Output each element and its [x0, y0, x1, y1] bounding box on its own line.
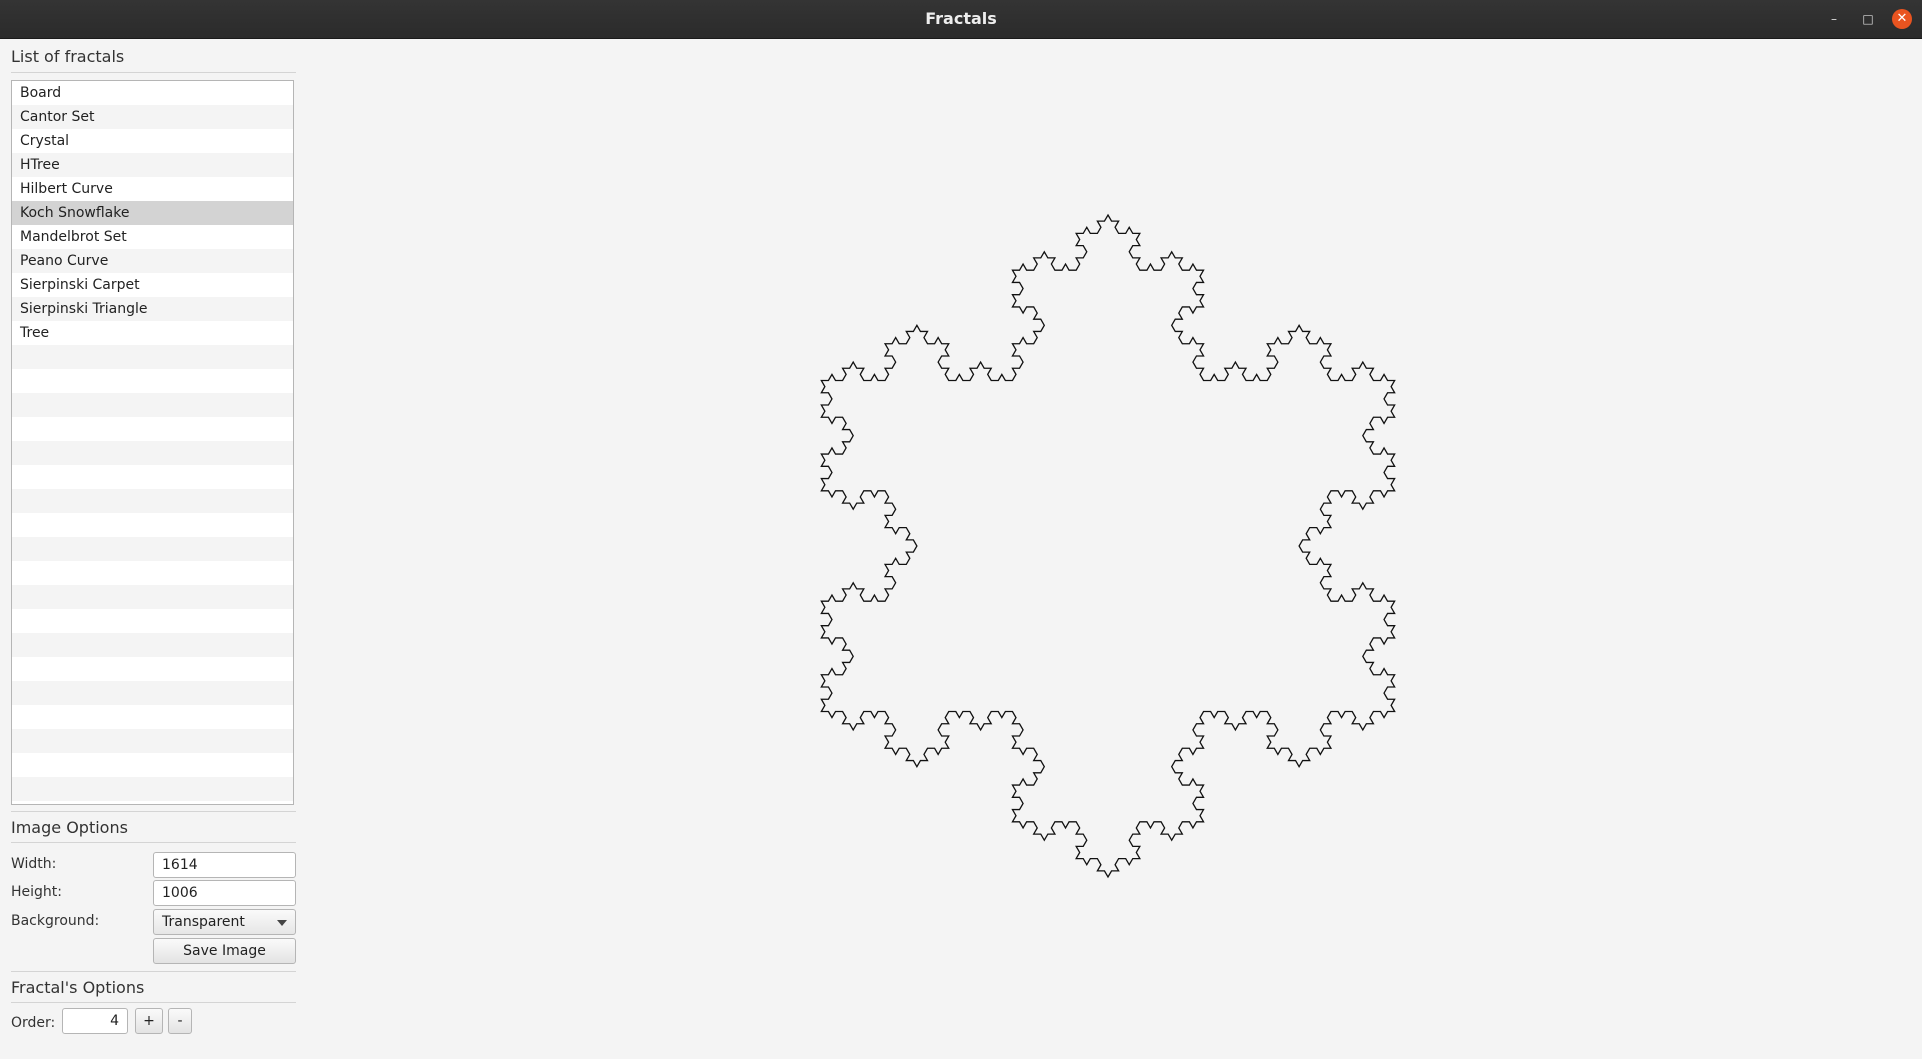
- list-item[interactable]: Hilbert Curve: [12, 177, 293, 201]
- divider: [11, 811, 296, 812]
- divider: [11, 842, 296, 843]
- empty-list-row: [12, 777, 293, 801]
- window-titlebar: Fractals – □ ✕: [0, 0, 1922, 39]
- width-input[interactable]: 1614: [153, 852, 296, 878]
- background-label: Background:: [11, 913, 100, 929]
- divider: [11, 1002, 296, 1003]
- empty-list-row: [12, 729, 293, 753]
- empty-list-row: [12, 657, 293, 681]
- fractal-canvas: [300, 38, 1922, 1055]
- order-label: Order:: [11, 1015, 56, 1031]
- empty-list-row: [12, 393, 293, 417]
- empty-list-row: [12, 681, 293, 705]
- empty-list-row: [12, 753, 293, 777]
- empty-list-row: [12, 633, 293, 657]
- koch-snowflake-drawing: [820, 213, 1396, 879]
- list-item[interactable]: HTree: [12, 153, 293, 177]
- empty-list-row: [12, 609, 293, 633]
- divider: [11, 72, 296, 73]
- increment-order-button[interactable]: +: [135, 1008, 163, 1034]
- save-image-button[interactable]: Save Image: [153, 938, 296, 964]
- divider: [11, 971, 296, 972]
- decrement-order-button[interactable]: -: [168, 1008, 192, 1034]
- empty-list-row: [12, 705, 293, 729]
- sidebar: List of fractals Board Cantor Set Crystal H…: [0, 38, 300, 1055]
- height-label: Height:: [11, 884, 62, 900]
- list-item[interactable]: Cantor Set: [12, 105, 293, 129]
- chevron-down-icon: [277, 920, 287, 926]
- list-item[interactable]: Board: [12, 81, 293, 105]
- empty-list-row: [12, 513, 293, 537]
- height-input[interactable]: 1006: [153, 880, 296, 906]
- empty-list-row: [12, 537, 293, 561]
- list-item[interactable]: Koch Snowflake: [12, 201, 293, 225]
- empty-list-row: [12, 441, 293, 465]
- empty-list-row: [12, 561, 293, 585]
- maximize-icon[interactable]: □: [1858, 9, 1878, 29]
- window-title: Fractals: [925, 9, 997, 28]
- minimize-icon[interactable]: –: [1824, 9, 1844, 29]
- list-item[interactable]: Tree: [12, 321, 293, 345]
- empty-list-row: [12, 417, 293, 441]
- list-title: List of fractals: [11, 47, 125, 66]
- empty-list-row: [12, 465, 293, 489]
- list-item[interactable]: Sierpinski Triangle: [12, 297, 293, 321]
- empty-list-row: [12, 585, 293, 609]
- order-input[interactable]: 4: [62, 1008, 128, 1034]
- close-icon[interactable]: ✕: [1892, 9, 1912, 29]
- koch-snowflake-outline: [820, 213, 1396, 879]
- empty-list-row: [12, 369, 293, 393]
- list-item[interactable]: Sierpinski Carpet: [12, 273, 293, 297]
- background-select-value: Transparent: [162, 914, 245, 930]
- fractal-list[interactable]: Board Cantor Set Crystal HTree Hilbert Curve…: [11, 80, 294, 805]
- fractal-options-title: Fractal's Options: [11, 978, 145, 997]
- list-item[interactable]: Mandelbrot Set: [12, 225, 293, 249]
- image-options-title: Image Options: [11, 818, 128, 837]
- empty-list-row: [12, 489, 293, 513]
- empty-list-row: [12, 345, 293, 369]
- background-select[interactable]: Transparent: [153, 909, 296, 935]
- list-item[interactable]: Peano Curve: [12, 249, 293, 273]
- width-label: Width:: [11, 856, 57, 872]
- list-item[interactable]: Crystal: [12, 129, 293, 153]
